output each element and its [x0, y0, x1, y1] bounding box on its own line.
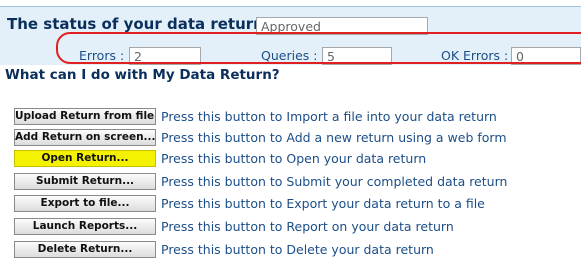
action-description: Press this button to Add a new return us… [161, 130, 507, 145]
delete-return-button[interactable]: Delete Return... [14, 241, 156, 258]
action-row-add: Add Return on screen... Press this butto… [14, 129, 581, 149]
launch-reports-button[interactable]: Launch Reports... [14, 218, 156, 235]
action-row-open: Open Return... Press this button to Open… [14, 150, 581, 170]
action-row-reports: Launch Reports... Press this button to R… [14, 218, 581, 238]
submit-return-button[interactable]: Submit Return... [14, 173, 156, 190]
action-description: Press this button to Report on your data… [161, 219, 454, 234]
action-row-upload: Upload Return from file... Press this bu… [14, 108, 581, 128]
upload-return-button[interactable]: Upload Return from file... [14, 108, 156, 125]
section-heading: What can I do with My Data Return? [5, 67, 280, 83]
action-description: Press this button to Delete your data re… [161, 242, 434, 257]
annotation-circle [56, 32, 581, 64]
open-return-button[interactable]: Open Return... [14, 150, 156, 167]
action-description: Press this button to Export your data re… [161, 196, 485, 211]
export-button[interactable]: Export to file... [14, 195, 156, 212]
action-row-delete: Delete Return... Press this button to De… [14, 241, 581, 261]
action-description: Press this button to Submit your complet… [161, 174, 508, 189]
action-description: Press this button to Import a file into … [161, 109, 497, 124]
status-label: The status of your data return : [7, 15, 276, 33]
action-row-submit: Submit Return... Press this button to Su… [14, 173, 581, 193]
action-row-export: Export to file... Press this button to E… [14, 195, 581, 215]
action-description: Press this button to Open your data retu… [161, 151, 427, 166]
add-return-button[interactable]: Add Return on screen... [14, 129, 156, 146]
